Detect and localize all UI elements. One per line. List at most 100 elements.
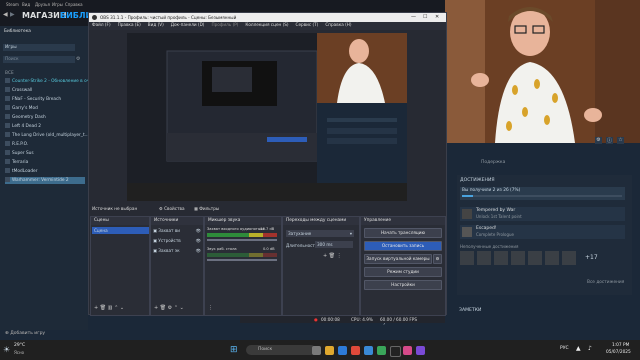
more-icon[interactable]: ⋮	[337, 253, 342, 259]
filter-icon[interactable]: ▥	[108, 305, 113, 311]
windows-start-icon[interactable]: ⊞	[230, 345, 238, 355]
volume-icon[interactable]: ♪	[588, 345, 592, 352]
menu-help[interactable]: Справка (H)	[325, 22, 351, 27]
steam-icon[interactable]	[364, 346, 373, 355]
move-down-icon[interactable]: ⌄	[180, 305, 184, 311]
obs-preview-canvas[interactable]	[127, 33, 407, 201]
app-icon[interactable]	[377, 346, 386, 355]
game-item[interactable]: Geometry Dash	[5, 114, 46, 121]
settings-gear-icon[interactable]: ⚙	[595, 137, 602, 144]
achievement-title: Tempered by War	[476, 208, 516, 213]
delete-source-icon[interactable]: 🗑	[160, 305, 166, 311]
favorite-star-icon[interactable]: ☆	[617, 137, 624, 144]
add-game-button[interactable]: ⊕ Добавить игру	[5, 331, 45, 336]
delete-transition-icon[interactable]: 🗑	[329, 253, 335, 259]
obs-icon[interactable]	[390, 346, 401, 357]
game-item[interactable]: Terraria	[5, 159, 28, 166]
app-icon[interactable]	[351, 346, 360, 355]
achievement-item[interactable]: Escaped! Complete Prologue	[460, 225, 625, 239]
virtual-camera-settings-icon[interactable]: ⚙	[433, 254, 442, 264]
locked-achievement-icon[interactable]	[494, 251, 508, 265]
source-item[interactable]: ▣ Захват ви 👁	[153, 228, 201, 234]
locked-achievement-icon[interactable]	[528, 251, 542, 265]
mixer-volume-slider[interactable]	[207, 239, 277, 241]
move-down-icon[interactable]: ⌄	[120, 305, 124, 311]
games-group-header[interactable]: ВСЕ	[5, 71, 14, 76]
menu-view[interactable]: Вид (V)	[148, 22, 164, 27]
start-streaming-button[interactable]: Начать трансляцию	[364, 228, 442, 238]
game-item[interactable]: R.E.P.O.	[5, 141, 28, 148]
source-item[interactable]: ▣ Захват эк 👁	[153, 248, 201, 254]
clock-date[interactable]: 05/07/2025	[606, 350, 631, 355]
duration-input[interactable]: 300 ms	[315, 241, 353, 248]
properties-button[interactable]: ⚙ Свойства	[159, 206, 185, 211]
locked-achievement-icon[interactable]	[460, 251, 474, 265]
game-item[interactable]: Super Sus	[5, 150, 34, 157]
move-up-icon[interactable]: ⌃	[114, 305, 118, 311]
visibility-eye-icon[interactable]: 👁	[196, 248, 201, 254]
filters-button[interactable]: ▦ Фильтры	[194, 206, 219, 211]
menu-docks[interactable]: Док-панели (D)	[171, 22, 205, 27]
file-explorer-icon[interactable]	[325, 346, 334, 355]
scene-item[interactable]: Сцена	[92, 227, 149, 234]
add-scene-icon[interactable]: +	[94, 305, 98, 311]
menu-profile[interactable]: Профиль (P)	[211, 22, 238, 27]
locked-achievement-icon[interactable]	[477, 251, 491, 265]
back-arrow-icon[interactable]: ◀	[3, 11, 8, 18]
filter-icon[interactable]: ⚙	[76, 56, 80, 62]
tab-support[interactable]: Подержка	[481, 160, 505, 165]
menu-edit[interactable]: Правка (E)	[118, 22, 141, 27]
source-item[interactable]: ▣ Устройств 👁	[153, 238, 201, 244]
steam-menu-friends[interactable]: Друзья	[35, 2, 50, 7]
all-achievements-link[interactable]: Все достижения	[587, 280, 624, 285]
visibility-eye-icon[interactable]: 👁	[196, 228, 201, 234]
info-icon[interactable]: ⓘ	[606, 137, 613, 144]
weather-icon[interactable]: ☀	[3, 345, 10, 354]
game-item[interactable]: Garry's Mod	[5, 105, 38, 112]
games-filter-select[interactable]: Игры	[3, 44, 75, 51]
steam-menu-steam[interactable]: Steam	[6, 2, 19, 7]
stop-recording-button[interactable]: Остановить запись	[364, 241, 442, 251]
app-icon[interactable]	[416, 346, 425, 355]
steam-menu-help[interactable]: Справка	[65, 2, 83, 7]
add-source-icon[interactable]: +	[154, 305, 158, 311]
forward-arrow-icon[interactable]: ▶	[10, 11, 15, 18]
clock-time[interactable]: 1:07 PM	[612, 343, 629, 348]
task-view-icon[interactable]	[312, 346, 321, 355]
add-transition-icon[interactable]: +	[323, 253, 327, 259]
edge-browser-icon[interactable]	[338, 346, 347, 355]
game-item-selected[interactable]: Warhammer: Vermintide 2	[5, 177, 85, 184]
game-item[interactable]: tModLoader	[5, 168, 37, 175]
network-icon[interactable]: ▲	[576, 345, 581, 352]
app-icon[interactable]	[403, 346, 412, 355]
start-virtual-camera-button[interactable]: Запуск виртуальной камеры	[364, 254, 432, 264]
move-up-icon[interactable]: ⌃	[174, 305, 178, 311]
menu-file[interactable]: Файл (F)	[92, 22, 111, 27]
mixer-menu-icon[interactable]: ⋮	[208, 305, 213, 311]
close-icon[interactable]: ✕	[435, 14, 439, 20]
achievement-item[interactable]: Tempered by War Unlock 1st Talent point	[460, 207, 625, 221]
settings-button[interactable]: Настройки	[364, 280, 442, 290]
menu-scene-collection[interactable]: Коллекция сцен (S)	[245, 22, 288, 27]
steam-menu-view[interactable]: Вид	[22, 2, 30, 7]
taskbar-search-input[interactable]: Поиск	[246, 345, 316, 355]
mixer-volume-slider[interactable]	[207, 259, 277, 261]
locked-achievement-icon[interactable]	[562, 251, 576, 265]
maximize-icon[interactable]: ☐	[423, 14, 427, 20]
delete-scene-icon[interactable]: 🗑	[100, 305, 106, 311]
visibility-eye-icon[interactable]: 👁	[196, 238, 201, 244]
transition-type-select[interactable]: Затухание ▾	[286, 230, 354, 237]
menu-tools[interactable]: Сервис (T)	[296, 22, 319, 27]
game-item[interactable]: The Long Drive (old_multiplayer_t...)	[5, 132, 90, 139]
gear-icon[interactable]: ⚙	[168, 305, 172, 311]
locked-achievement-icon[interactable]	[545, 251, 559, 265]
locked-achievement-icon[interactable]	[511, 251, 525, 265]
language-indicator[interactable]: РУС	[560, 346, 569, 351]
game-item[interactable]: FNaF - Security Breach	[5, 96, 61, 103]
steam-menu-games[interactable]: Игры	[52, 2, 63, 7]
studio-mode-button[interactable]: Режим студии	[364, 267, 442, 277]
game-item[interactable]: Crosswall	[5, 87, 32, 94]
game-item[interactable]: Left 4 Dead 2	[5, 123, 41, 130]
minimize-icon[interactable]: —	[411, 14, 416, 20]
library-search-input[interactable]: Поиск	[3, 56, 75, 63]
